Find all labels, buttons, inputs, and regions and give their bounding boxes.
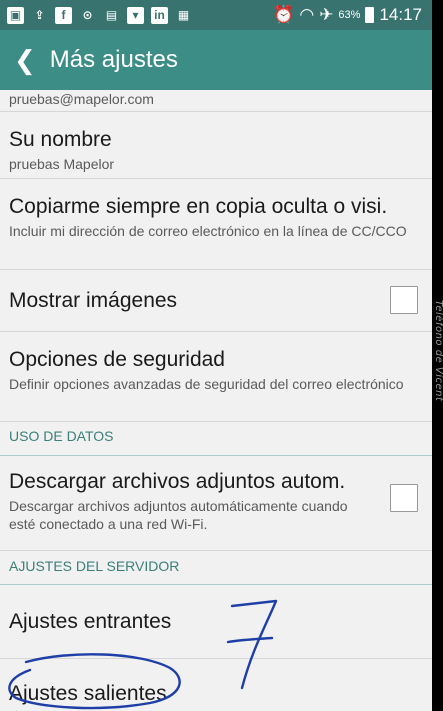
security-options-row[interactable]: Opciones de seguridad Definir opciones a…: [0, 332, 432, 422]
bcc-setting-row[interactable]: Copiarme siempre en copia oculta o visi.…: [0, 179, 432, 270]
incoming-settings-label: Ajustes entrantes: [9, 609, 172, 633]
notification-icon: ▣: [7, 6, 24, 24]
name-label: Su nombre: [9, 128, 112, 151]
incoming-settings-row[interactable]: Ajustes entrantes: [0, 585, 432, 659]
gallery-icon: ▤: [105, 8, 118, 22]
settings-list: pruebas@mapelor.com Su nombre pruebas Ma…: [0, 90, 432, 711]
section-header-server: AJUSTES DEL SERVIDOR: [0, 551, 432, 585]
account-email-row: pruebas@mapelor.com: [0, 90, 432, 112]
show-images-checkbox[interactable]: [390, 286, 418, 314]
side-watermark: Teléfono de Vicent: [433, 300, 443, 402]
clock: 14:17: [379, 5, 422, 24]
linkedin-icon: in: [151, 6, 168, 24]
show-images-row[interactable]: Mostrar imágenes: [0, 270, 432, 332]
auto-download-description: Descargar archivos adjuntos automáticame…: [9, 498, 348, 532]
back-arrow-icon[interactable]: ❮: [14, 47, 36, 73]
status-bar: ▣ ⇪ f ⊙ ▤ ▾ in ▦ ⏰ ◠ ✈ 63% 14:17: [0, 0, 432, 30]
wifi-icon: ◠: [299, 5, 315, 24]
show-images-label: Mostrar imágenes: [9, 288, 178, 312]
outgoing-settings-row[interactable]: Ajustes salientes: [0, 659, 432, 711]
airplane-icon: ✈: [319, 5, 334, 24]
battery-percent: 63%: [338, 9, 361, 21]
auto-download-label: Descargar archivos adjuntos autom.: [9, 470, 346, 493]
name-value: pruebas Mapelor: [9, 156, 115, 172]
bcc-description: Incluir mi dirección de correo electróni…: [9, 223, 407, 239]
action-bar: ❮ Más ajustes: [0, 30, 432, 90]
account-email: pruebas@mapelor.com: [9, 91, 154, 107]
name-setting-row[interactable]: Su nombre pruebas Mapelor: [0, 112, 432, 179]
security-description: Definir opciones avanzadas de seguridad …: [9, 376, 404, 392]
section-header-data-usage: USO DE DATOS: [0, 422, 432, 456]
auto-download-row[interactable]: Descargar archivos adjuntos autom. Desca…: [0, 456, 432, 551]
security-label: Opciones de seguridad: [9, 348, 225, 371]
phone-screen: ▣ ⇪ f ⊙ ▤ ▾ in ▦ ⏰ ◠ ✈ 63% 14:17 ❮ Más a…: [0, 0, 432, 711]
alarm-clock-icon: ⏰: [273, 5, 295, 24]
page-title[interactable]: Más ajustes: [50, 46, 178, 74]
battery-icon: [365, 7, 375, 23]
calendar-icon: ▦: [177, 8, 190, 22]
facebook-icon: f: [55, 6, 72, 24]
alarm-icon: ⊙: [82, 8, 93, 22]
upload-icon: ⇪: [34, 8, 45, 22]
bcc-label: Copiarme siempre en copia oculta o visi.: [9, 195, 388, 218]
auto-download-checkbox[interactable]: [390, 484, 418, 512]
outgoing-settings-label: Ajustes salientes: [9, 682, 167, 705]
messages-icon: ▾: [127, 6, 144, 24]
